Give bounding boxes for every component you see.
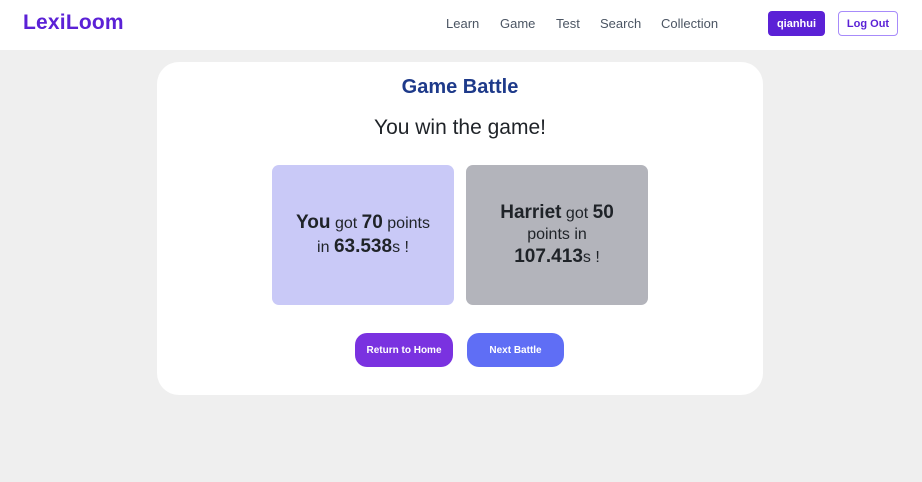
player-time: 63.538: [333, 236, 393, 257]
time-unit: s !: [392, 239, 409, 256]
time-unit: s !: [582, 249, 600, 266]
user-button[interactable]: qianhui: [768, 11, 825, 36]
return-home-button[interactable]: Return to Home: [355, 333, 453, 367]
top-navbar: LexiLoom Learn Game Test Search Collecti…: [0, 0, 922, 50]
opponent-score-text: Harriet got 50 points in 107.413s !: [500, 201, 614, 269]
result-message: You win the game!: [373, 116, 546, 139]
opponent-name: Harriet: [500, 202, 562, 224]
points-label: points: [527, 226, 570, 243]
nav-test[interactable]: Test: [556, 16, 580, 31]
player-points: 70: [361, 212, 383, 234]
opponent-points: 50: [592, 202, 614, 224]
got-label: got: [334, 215, 358, 233]
in-label: in: [574, 226, 587, 243]
opponent-time: 107.413: [514, 246, 583, 267]
battle-result-card: Game Battle You win the game! You got 70…: [157, 62, 763, 395]
nav-game[interactable]: Game: [500, 16, 535, 31]
nav-collection[interactable]: Collection: [661, 16, 718, 31]
next-battle-button[interactable]: Next Battle: [467, 333, 564, 367]
got-label: got: [565, 205, 589, 223]
player-score-box: You got 70 points in 63.538s !: [272, 165, 454, 305]
player-score-text: You got 70 points in 63.538s !: [296, 211, 430, 259]
player-name: You: [296, 212, 331, 234]
nav-learn[interactable]: Learn: [446, 16, 479, 31]
in-label: in: [317, 239, 330, 256]
nav-search[interactable]: Search: [600, 16, 641, 31]
points-label: points: [387, 215, 430, 233]
opponent-score-box: Harriet got 50 points in 107.413s !: [466, 165, 648, 305]
page-title: Game Battle: [401, 76, 519, 98]
logout-button[interactable]: Log Out: [838, 11, 898, 36]
